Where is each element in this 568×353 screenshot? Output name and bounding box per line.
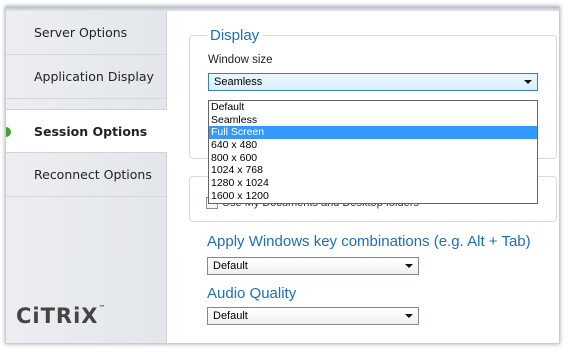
windows-keys-title: Apply Windows key combinations (e.g. Alt… <box>207 233 531 250</box>
sidebar-item-label: Application Display <box>34 69 154 84</box>
option-1024x768[interactable]: 1024 x 768 <box>209 164 537 177</box>
option-800x600[interactable]: 800 x 600 <box>209 152 537 165</box>
chevron-down-icon <box>405 314 413 318</box>
main-content: Display Window size Seamless Default Sea… <box>167 11 559 343</box>
sidebar-item-reconnect-options[interactable]: Reconnect Options <box>6 153 166 197</box>
display-section-title: Display <box>207 27 263 44</box>
option-default[interactable]: Default <box>209 101 537 114</box>
sidebar: Server Options Application Display Sessi… <box>6 11 167 343</box>
audio-quality-dropdown[interactable]: Default <box>207 307 419 325</box>
active-indicator-icon <box>6 127 11 137</box>
chevron-down-icon <box>405 264 413 268</box>
sidebar-item-label: Session Options <box>34 123 148 139</box>
windows-keys-value: Default <box>213 260 248 272</box>
option-640x480[interactable]: 640 x 480 <box>209 139 537 152</box>
window-size-options-list[interactable]: Default Seamless Full Screen 640 x 480 8… <box>208 100 538 204</box>
sidebar-item-session-options[interactable]: Session Options <box>6 109 167 153</box>
option-1280x1024[interactable]: 1280 x 1024 <box>209 177 537 190</box>
option-seamless[interactable]: Seamless <box>209 114 537 127</box>
window-size-label: Window size <box>208 54 273 66</box>
sidebar-item-label: Server Options <box>34 25 128 40</box>
audio-quality-title: Audio Quality <box>207 285 297 302</box>
citrix-logo: CiTRiX™ <box>16 304 107 328</box>
windows-keys-dropdown[interactable]: Default <box>207 257 419 275</box>
sidebar-item-label: Reconnect Options <box>34 167 152 182</box>
window-size-dropdown[interactable]: Seamless <box>208 73 538 91</box>
option-full-screen[interactable]: Full Screen <box>209 126 537 140</box>
option-1600x1200[interactable]: 1600 x 1200 <box>209 190 537 203</box>
sidebar-item-application-display[interactable]: Application Display <box>6 55 166 99</box>
window-size-value: Seamless <box>214 76 263 88</box>
chevron-down-icon <box>524 80 532 84</box>
sidebar-item-server-options[interactable]: Server Options <box>6 11 166 55</box>
session-options-window: Server Options Application Display Sessi… <box>5 6 560 344</box>
audio-quality-value: Default <box>213 310 248 322</box>
